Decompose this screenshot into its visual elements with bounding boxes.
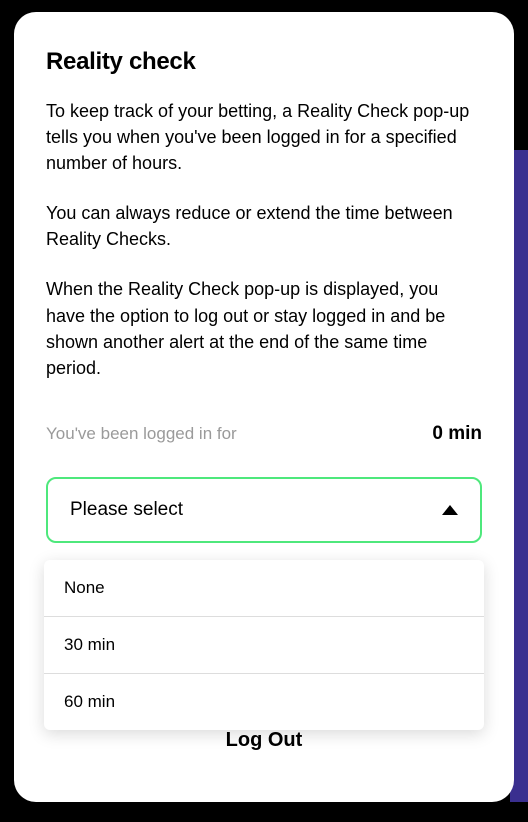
dropdown-option-60min[interactable]: 60 min (44, 674, 484, 730)
logged-in-value: 0 min (432, 423, 482, 445)
modal-paragraph-1: To keep track of your betting, a Reality… (46, 98, 482, 176)
caret-up-icon (442, 505, 458, 515)
interval-dropdown: None 30 min 60 min (44, 560, 484, 730)
modal-paragraph-2: You can always reduce or extend the time… (46, 200, 482, 252)
modal-title: Reality check (46, 48, 482, 76)
select-placeholder: Please select (70, 499, 183, 521)
logged-in-row: You've been logged in for 0 min (46, 423, 482, 445)
dropdown-option-none[interactable]: None (44, 560, 484, 617)
interval-select[interactable]: Please select (46, 477, 482, 543)
modal-paragraph-3: When the Reality Check pop-up is display… (46, 276, 482, 380)
dropdown-option-30min[interactable]: 30 min (44, 617, 484, 674)
logged-in-label: You've been logged in for (46, 424, 237, 444)
